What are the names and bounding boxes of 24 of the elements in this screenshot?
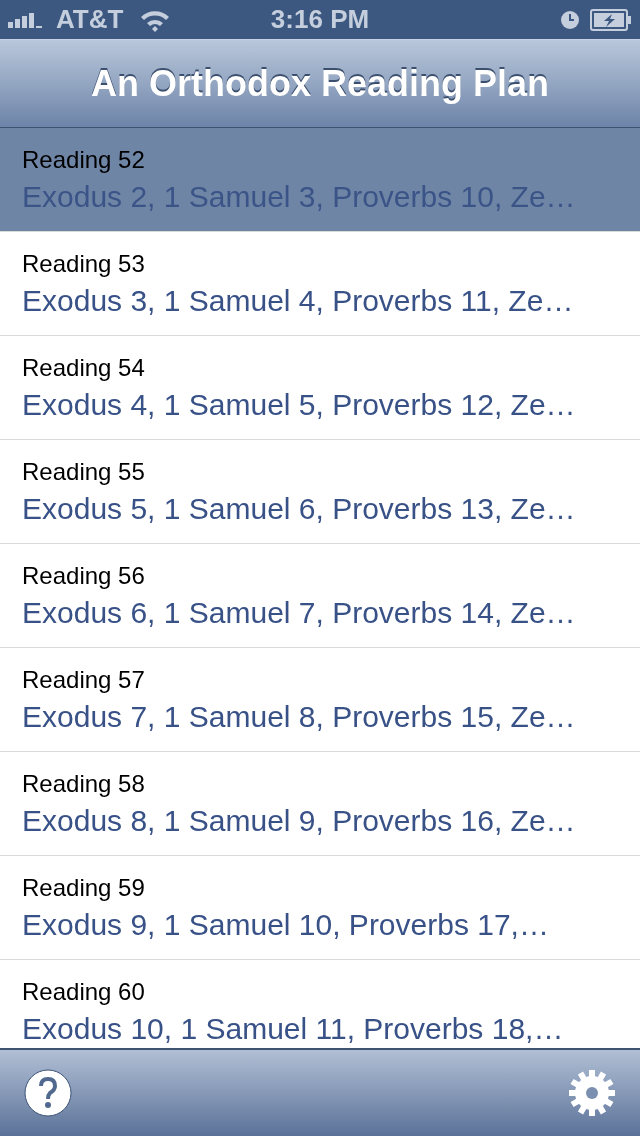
reading-passages: Exodus 7, 1 Samuel 8, Proverbs 15, Ze… <box>22 699 577 734</box>
clock-icon <box>560 9 580 30</box>
reading-passages: Exodus 3, 1 Samuel 4, Proverbs 11, Ze… <box>22 283 575 318</box>
help-icon[interactable] <box>24 1069 72 1117</box>
reading-title: Reading 59 <box>22 873 146 902</box>
status-time: 3:16 PM <box>270 4 370 35</box>
reading-title: Reading 54 <box>22 353 146 382</box>
reading-title: Reading 57 <box>22 665 146 694</box>
reading-title: Reading 58 <box>22 769 146 798</box>
navigation-title: An Orthodox Reading Plan <box>91 62 549 105</box>
reading-passages: Exodus 5, 1 Samuel 6, Proverbs 13, Ze… <box>22 491 577 526</box>
reading-title: Reading 55 <box>22 457 146 486</box>
settings-icon[interactable] <box>568 1069 616 1117</box>
reading-title: Reading 53 <box>22 249 146 278</box>
reading-passages: Exodus 10, 1 Samuel 11, Proverbs 18,… <box>22 1011 565 1046</box>
carrier-name: AT&T <box>56 4 124 35</box>
battery-icon <box>590 8 632 31</box>
reading-title: Reading 60 <box>22 977 146 1006</box>
reading-title: Reading 52 <box>22 145 146 174</box>
reading-passages: Exodus 6, 1 Samuel 7, Proverbs 14, Ze… <box>22 595 577 630</box>
reading-title: Reading 56 <box>22 561 146 590</box>
reading-passages: Exodus 8, 1 Samuel 9, Proverbs 16, Ze… <box>22 803 577 838</box>
reading-passages: Exodus 4, 1 Samuel 5, Proverbs 12, Ze… <box>22 387 577 422</box>
reading-passages: Exodus 9, 1 Samuel 10, Proverbs 17,… <box>22 907 550 942</box>
